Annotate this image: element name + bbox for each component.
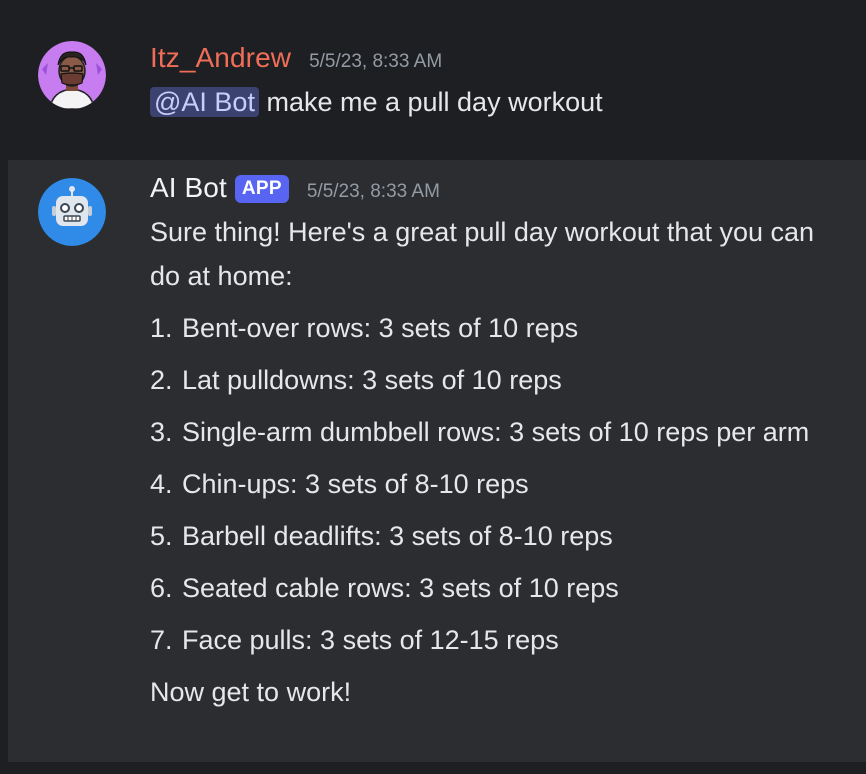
list-number: 6. [150, 573, 173, 603]
list-item: 2. Lat pulldowns: 3 sets of 10 reps [150, 358, 830, 402]
timestamp: 5/5/23, 8:33 AM [306, 181, 440, 202]
message-text: make me a pull day workout [258, 87, 603, 117]
list-text: Face pulls: 3 sets of 12-15 reps [182, 625, 559, 655]
robot-icon [38, 178, 106, 246]
list-number: 1. [150, 313, 173, 343]
list-text: Seated cable rows: 3 sets of 10 reps [182, 573, 619, 603]
chat-log: Itz_Andrew 5/5/23, 8:33 AM @AI Bot make … [0, 0, 866, 774]
username[interactable]: AI Bot [150, 172, 227, 204]
user-message[interactable]: Itz_Andrew 5/5/23, 8:33 AM @AI Bot make … [0, 0, 866, 160]
list-number: 3. [150, 417, 173, 447]
user-avatar[interactable] [38, 41, 106, 109]
workout-list: 1. Bent-over rows: 3 sets of 10 reps 2. La… [150, 306, 830, 662]
list-text: Lat pulldowns: 3 sets of 10 reps [182, 365, 562, 395]
bot-message[interactable]: AI Bot APP 5/5/23, 8:33 AM Sure thing! H… [8, 160, 866, 762]
bot-message-header: AI Bot APP 5/5/23, 8:33 AM [150, 172, 440, 206]
timestamp: 5/5/23, 8:33 AM [309, 51, 443, 72]
message-content: Sure thing! Here's a great pull day work… [150, 210, 830, 714]
mention[interactable]: @AI Bot [150, 87, 259, 117]
list-item: 7. Face pulls: 3 sets of 12-15 reps [150, 618, 830, 662]
message-content: @AI Bot make me a pull day workout [150, 80, 603, 124]
username[interactable]: Itz_Andrew [150, 42, 291, 74]
list-item: 1. Bent-over rows: 3 sets of 10 reps [150, 306, 830, 350]
list-text: Chin-ups: 3 sets of 8-10 reps [182, 469, 529, 499]
list-number: 2. [150, 365, 173, 395]
message-intro: Sure thing! Here's a great pull day work… [150, 217, 815, 291]
list-item: 4. Chin-ups: 3 sets of 8-10 reps [150, 462, 830, 506]
list-number: 7. [150, 625, 173, 655]
list-number: 4. [150, 469, 173, 499]
cartoon-avatar-icon [38, 41, 106, 109]
list-text: Bent-over rows: 3 sets of 10 reps [182, 313, 579, 343]
app-badge: APP [234, 175, 289, 203]
user-message-header: Itz_Andrew 5/5/23, 8:33 AM [150, 42, 442, 74]
list-item: 3. Single-arm dumbbell rows: 3 sets of 10… [150, 410, 830, 454]
list-text: Barbell deadlifts: 3 sets of 8-10 reps [182, 521, 613, 551]
list-number: 5. [150, 521, 173, 551]
list-text: Single-arm dumbbell rows: 3 sets of 10 r… [182, 417, 810, 447]
list-item: 6. Seated cable rows: 3 sets of 10 reps [150, 566, 830, 610]
message-outro: Now get to work! [150, 677, 352, 707]
bot-avatar[interactable] [38, 178, 106, 246]
list-item: 5. Barbell deadlifts: 3 sets of 8-10 reps [150, 514, 830, 558]
